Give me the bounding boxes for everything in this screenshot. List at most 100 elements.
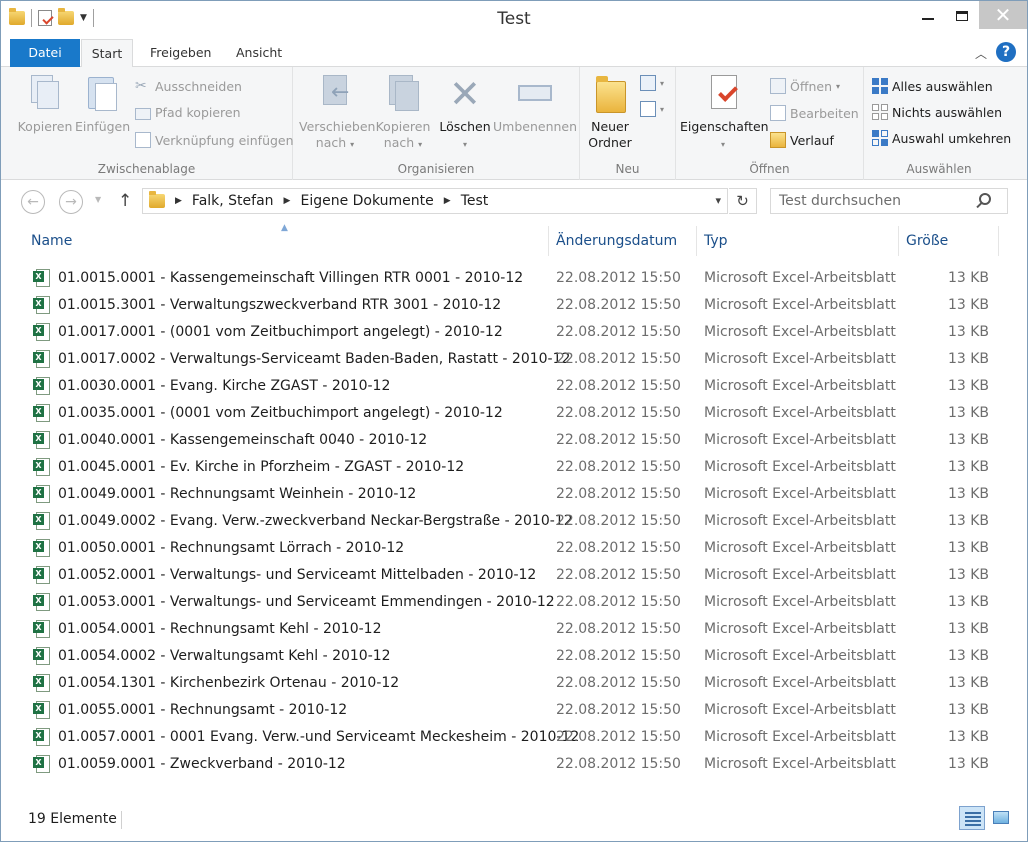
open-button[interactable]: Öffnen ▾ bbox=[770, 78, 840, 94]
details-view-button[interactable] bbox=[959, 806, 985, 830]
group-new: Neuer Ordner ▾ ▾ Neu bbox=[580, 67, 676, 180]
copy-to-button[interactable]: Kopieren nach ▾ bbox=[373, 73, 433, 153]
cut-button[interactable]: ✂ Ausschneiden bbox=[135, 78, 242, 94]
column-divider[interactable] bbox=[696, 226, 697, 256]
new-item-icon bbox=[640, 75, 656, 91]
up-arrow-icon[interactable]: ↑ bbox=[118, 191, 132, 211]
easy-access-button[interactable]: ▾ bbox=[640, 101, 664, 117]
file-row[interactable]: X 01.0055.0001 - Rechnungsamt - 2010-12 … bbox=[1, 697, 1027, 724]
minimize-button[interactable] bbox=[911, 1, 945, 31]
file-row[interactable]: X 01.0035.0001 - (0001 vom Zeitbuchimpor… bbox=[1, 400, 1027, 427]
excel-file-icon: X bbox=[33, 431, 51, 449]
rename-button[interactable]: Umbenennen bbox=[493, 73, 578, 135]
file-row[interactable]: X 01.0052.0001 - Verwaltungs- und Servic… bbox=[1, 562, 1027, 589]
tab-ansicht[interactable]: Ansicht bbox=[225, 39, 293, 67]
file-name: 01.0017.0002 - Verwaltungs-Serviceamt Ba… bbox=[58, 351, 571, 367]
file-type: Microsoft Excel-Arbeitsblatt bbox=[704, 621, 896, 637]
delete-button[interactable]: ✕ Löschen ▾ bbox=[439, 73, 491, 153]
maximize-button[interactable] bbox=[945, 1, 979, 31]
file-row[interactable]: X 01.0057.0001 - 0001 Evang. Verw.-und S… bbox=[1, 724, 1027, 751]
file-name: 01.0054.0002 - Verwaltungsamt Kehl - 201… bbox=[58, 648, 391, 664]
history-button[interactable]: Verlauf bbox=[770, 132, 834, 148]
column-header-date[interactable]: Änderungsdatum bbox=[556, 233, 677, 249]
file-row[interactable]: X 01.0050.0001 - Rechnungsamt Lörrach - … bbox=[1, 535, 1027, 562]
file-type: Microsoft Excel-Arbeitsblatt bbox=[704, 513, 896, 529]
ribbon-collapse-icon[interactable]: ︿ bbox=[975, 45, 987, 62]
file-row[interactable]: X 01.0015.0001 - Kassengemeinschaft Vill… bbox=[1, 265, 1027, 292]
file-date: 22.08.2012 15:50 bbox=[556, 540, 681, 556]
file-row[interactable]: X 01.0049.0001 - Rechnungsamt Weinhein -… bbox=[1, 481, 1027, 508]
select-all-button[interactable]: Alles auswählen bbox=[872, 78, 993, 94]
breadcrumb-test[interactable]: Test bbox=[461, 193, 489, 209]
rename-label: Umbenennen bbox=[493, 119, 578, 134]
copy-label: Kopieren bbox=[17, 119, 73, 134]
column-divider[interactable] bbox=[898, 226, 899, 256]
column-header-name[interactable]: Name bbox=[31, 233, 72, 249]
recent-locations-icon[interactable]: ▼ bbox=[95, 195, 101, 204]
file-row[interactable]: X 01.0040.0001 - Kassengemeinschaft 0040… bbox=[1, 427, 1027, 454]
file-row[interactable]: X 01.0049.0002 - Evang. Verw.-zweckverba… bbox=[1, 508, 1027, 535]
file-row[interactable]: X 01.0054.1301 - Kirchenbezirk Ortenau -… bbox=[1, 670, 1027, 697]
file-row[interactable]: X 01.0030.0001 - Evang. Kirche ZGAST - 2… bbox=[1, 373, 1027, 400]
column-header-size[interactable]: Größe bbox=[906, 233, 948, 249]
file-row[interactable]: X 01.0017.0002 - Verwaltungs-Serviceamt … bbox=[1, 346, 1027, 373]
file-type: Microsoft Excel-Arbeitsblatt bbox=[704, 648, 896, 664]
excel-file-icon: X bbox=[33, 593, 51, 611]
chevron-right-icon[interactable]: ▶ bbox=[175, 196, 182, 206]
file-type: Microsoft Excel-Arbeitsblatt bbox=[704, 459, 896, 475]
file-row[interactable]: X 01.0054.0002 - Verwaltungsamt Kehl - 2… bbox=[1, 643, 1027, 670]
new-item-button[interactable]: ▾ bbox=[640, 75, 664, 91]
copy-button[interactable]: Kopieren bbox=[17, 73, 73, 135]
search-input[interactable]: Test durchsuchen bbox=[770, 188, 1008, 214]
close-icon: ✕ bbox=[994, 3, 1012, 27]
file-date: 22.08.2012 15:50 bbox=[556, 621, 681, 637]
ribbon-tabs: Datei Start Freigeben Ansicht bbox=[1, 39, 1027, 68]
breadcrumb-documents[interactable]: Eigene Dokumente bbox=[300, 193, 433, 209]
file-row[interactable]: X 01.0045.0001 - Ev. Kirche in Pforzheim… bbox=[1, 454, 1027, 481]
file-date: 22.08.2012 15:50 bbox=[556, 351, 681, 367]
paste-shortcut-button[interactable]: Verknüpfung einfügen bbox=[135, 132, 294, 148]
copy-path-button[interactable]: Pfad kopieren bbox=[135, 105, 241, 120]
file-row[interactable]: X 01.0054.0001 - Rechnungsamt Kehl - 201… bbox=[1, 616, 1027, 643]
file-row[interactable]: X 01.0017.0001 - (0001 vom Zeitbuchimpor… bbox=[1, 319, 1027, 346]
chevron-right-icon[interactable]: ▶ bbox=[284, 196, 291, 206]
paste-button[interactable]: Einfügen bbox=[75, 73, 130, 135]
file-row[interactable]: X 01.0053.0001 - Verwaltungs- und Servic… bbox=[1, 589, 1027, 616]
chevron-right-icon[interactable]: ▶ bbox=[444, 196, 451, 206]
open-label: Öffnen bbox=[790, 78, 832, 94]
refresh-button[interactable]: ↻ bbox=[729, 188, 757, 214]
move-to-button[interactable]: ← Verschieben nach ▾ bbox=[299, 73, 375, 153]
open-icon bbox=[770, 78, 786, 94]
item-count: 19 Elemente bbox=[28, 811, 117, 827]
close-button[interactable]: ✕ bbox=[979, 1, 1027, 29]
new-folder-button[interactable]: Neuer Ordner bbox=[584, 73, 636, 151]
breadcrumb-user[interactable]: Falk, Stefan bbox=[192, 193, 274, 209]
tab-freigeben[interactable]: Freigeben bbox=[139, 39, 222, 67]
file-name: 01.0049.0001 - Rechnungsamt Weinhein - 2… bbox=[58, 486, 417, 502]
address-bar[interactable]: ▶ Falk, Stefan ▶ Eigene Dokumente ▶ Test… bbox=[142, 188, 728, 214]
file-date: 22.08.2012 15:50 bbox=[556, 432, 681, 448]
large-icons-view-button[interactable] bbox=[988, 806, 1014, 830]
invert-selection-button[interactable]: Auswahl umkehren bbox=[872, 130, 1011, 146]
file-size: 13 KB bbox=[947, 405, 989, 421]
group-open: Eigenschaften ▾ Öffnen ▾ Bearbeiten Verl… bbox=[676, 67, 864, 180]
file-row[interactable]: X 01.0015.3001 - Verwaltungszweckverband… bbox=[1, 292, 1027, 319]
group-label-new: Neu bbox=[615, 162, 640, 176]
column-divider[interactable] bbox=[548, 226, 549, 256]
edit-button[interactable]: Bearbeiten bbox=[770, 105, 859, 121]
column-header-type[interactable]: Typ bbox=[704, 233, 728, 249]
tab-start[interactable]: Start bbox=[81, 39, 133, 68]
tab-datei[interactable]: Datei bbox=[10, 39, 80, 67]
forward-button[interactable]: → bbox=[59, 190, 83, 214]
file-row[interactable]: X 01.0059.0001 - Zweckverband - 2010-12 … bbox=[1, 751, 1027, 778]
properties-button[interactable]: Eigenschaften ▾ bbox=[680, 73, 769, 153]
address-dropdown-icon[interactable]: ▾ bbox=[715, 194, 721, 207]
help-icon[interactable]: ? bbox=[996, 42, 1016, 62]
select-none-label: Nichts auswählen bbox=[892, 104, 1002, 120]
search-icon[interactable] bbox=[979, 193, 991, 205]
select-none-button[interactable]: Nichts auswählen bbox=[872, 104, 1002, 120]
column-headers: ▲ Name Änderungsdatum Typ Größe bbox=[1, 223, 1027, 258]
back-button[interactable]: ← bbox=[21, 190, 45, 214]
column-divider[interactable] bbox=[998, 226, 999, 256]
file-size: 13 KB bbox=[947, 648, 989, 664]
